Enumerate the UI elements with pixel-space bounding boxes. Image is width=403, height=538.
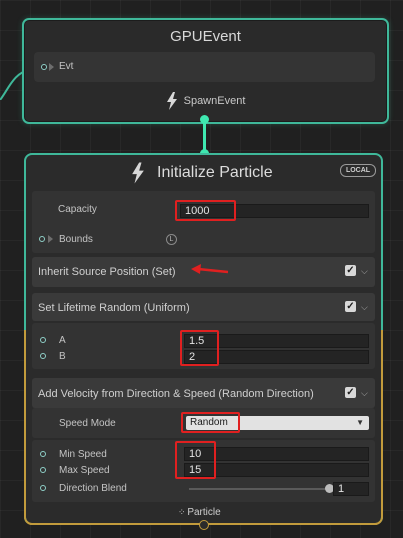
dropdown-caret-icon: ▼: [356, 418, 364, 427]
bounds-port-icon[interactable]: [39, 236, 45, 242]
velocity-chevron-down-icon[interactable]: ⌵: [361, 388, 368, 399]
lightning-icon: [132, 162, 144, 184]
inherit-chevron-down-icon[interactable]: ⌵: [361, 266, 368, 277]
bounds-space-icon[interactable]: L: [166, 234, 177, 245]
max-speed-label: Max Speed: [59, 465, 110, 476]
inherit-enable-checkbox[interactable]: ✓: [345, 265, 356, 276]
direction-blend-slider-track[interactable]: [189, 488, 329, 490]
b-label: B: [59, 351, 66, 362]
lifetime-chevron-down-icon[interactable]: ⌵: [361, 302, 368, 313]
a-label: A: [59, 335, 66, 346]
speed-mode-label: Speed Mode: [59, 418, 116, 429]
capacity-label: Capacity: [58, 204, 97, 215]
lifetime-enable-checkbox[interactable]: ✓: [345, 301, 356, 312]
velocity-enable-checkbox[interactable]: ✓: [345, 387, 356, 398]
direction-blend-port-icon[interactable]: [40, 485, 46, 491]
evt-input-port-icon[interactable]: [41, 64, 47, 70]
speed-values-annotation: [175, 441, 216, 479]
evt-port-slot: Evt: [34, 52, 375, 82]
lifetime-values-annotation: [180, 330, 219, 366]
lifetime-block-label: Set Lifetime Random (Uniform): [38, 302, 190, 314]
min-speed-port-icon[interactable]: [40, 451, 46, 457]
spawn-event-label: SpawnEvent: [183, 95, 246, 107]
evt-port-arrow-icon: [49, 63, 54, 71]
min-speed-label: Min Speed: [59, 449, 107, 460]
capacity-annotation: [175, 200, 236, 221]
red-arrow-annotation: [191, 264, 229, 274]
particle-output-port-icon[interactable]: [199, 520, 209, 530]
bounds-label: Bounds: [59, 234, 93, 245]
evt-port-label: Evt: [59, 61, 74, 72]
lightning-icon: [166, 92, 177, 110]
local-space-badge[interactable]: LOCAL: [340, 164, 376, 177]
particle-output[interactable]: ⁘ Particle: [178, 507, 221, 518]
direction-blend-field[interactable]: 1: [333, 482, 369, 496]
init-node-title: Initialize Particle: [157, 164, 273, 181]
spawn-output-port-icon[interactable]: [200, 115, 209, 124]
bounds-arrow-icon: [48, 235, 53, 243]
particle-dots-icon: ⁘: [178, 507, 185, 517]
direction-blend-label: Direction Blend: [59, 483, 127, 494]
spawn-event-output[interactable]: SpawnEvent: [24, 92, 387, 110]
max-speed-port-icon[interactable]: [40, 467, 46, 473]
gpu-event-title: GPUEvent: [170, 28, 241, 45]
velocity-block-label: Add Velocity from Direction & Speed (Ran…: [38, 388, 314, 400]
a-port-icon[interactable]: [40, 337, 46, 343]
inherit-block-label: Inherit Source Position (Set): [38, 266, 176, 278]
gpu-event-node[interactable]: GPUEvent Evt SpawnEvent: [22, 18, 389, 124]
speed-mode-annotation: [181, 412, 240, 433]
particle-label: Particle: [187, 507, 221, 518]
b-port-icon[interactable]: [40, 353, 46, 359]
